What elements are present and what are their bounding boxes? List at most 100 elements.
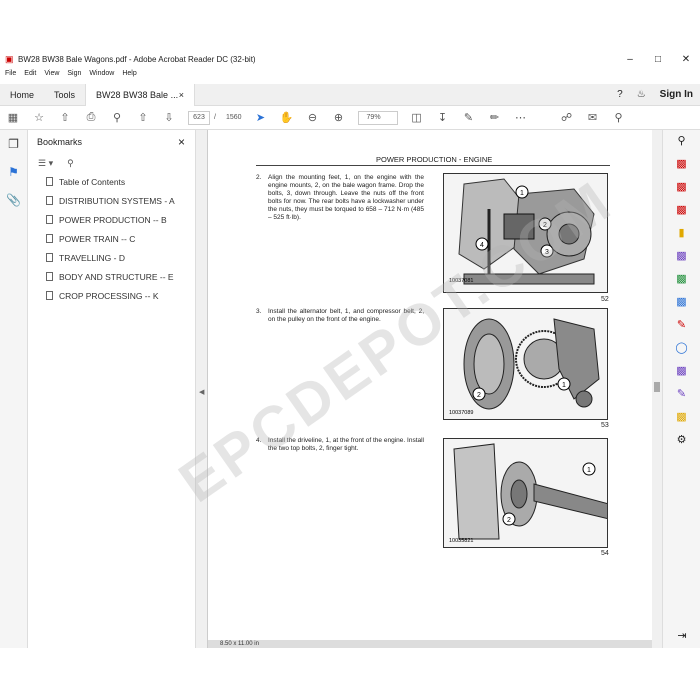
step-number: 3. [256, 308, 262, 315]
organize-pages-icon[interactable]: ▩ [663, 360, 700, 383]
panel-splitter[interactable]: ◀ [196, 130, 208, 648]
bookmarks-title: Bookmarks [37, 137, 83, 147]
bookmark-item[interactable]: Table of Contents [28, 172, 195, 191]
bookmark-search-icon[interactable]: ⚲ [67, 158, 74, 169]
export-excel-icon[interactable]: ▩ [663, 268, 700, 291]
export-pdf-icon[interactable]: ▩ [663, 153, 700, 176]
tab-home[interactable]: Home [0, 84, 44, 106]
more-tools-wrench-icon[interactable]: ⚙ [663, 429, 700, 452]
menu-bar: File Edit View Sign Window Help [0, 70, 145, 84]
fit-page-icon[interactable]: ◫ [404, 111, 430, 124]
more-tools-icon[interactable]: ⋯ [508, 111, 534, 124]
bookmark-item[interactable]: CROP PROCESSING -- K [28, 286, 195, 305]
tab-document-label: BW28 BW38 Bale ... [96, 89, 179, 100]
fill-sign-icon[interactable]: ✎ [663, 314, 700, 337]
bookmark-item[interactable]: POWER TRAIN -- C [28, 229, 195, 248]
tab-tools[interactable]: Tools [44, 84, 85, 106]
menu-window[interactable]: Window [89, 70, 114, 84]
edit-pdf-icon[interactable]: ▩ [663, 199, 700, 222]
help-icon[interactable]: ? [617, 89, 623, 100]
page-number-input[interactable]: 623 [188, 110, 210, 125]
pdf-page: POWER PRODUCTION - ENGINE 2. Align the mo… [208, 130, 652, 640]
hand-tool-icon[interactable]: ✋ [274, 111, 300, 124]
tab-bar: Home Tools BW28 BW38 Bale ... × ? ♨ Sign… [0, 83, 700, 106]
figure-number: 54 [601, 550, 609, 557]
page-separator: / [214, 114, 216, 121]
bookmark-label: TRAVELLING - D [59, 252, 125, 263]
menu-file[interactable]: File [5, 70, 16, 84]
step-text: Install the alternator belt, 1, and comp… [268, 308, 424, 323]
bookmark-icon [46, 234, 53, 243]
bookmark-options-icon[interactable]: ☰ ▾ [38, 158, 53, 169]
page-header: POWER PRODUCTION - ENGINE [376, 155, 493, 164]
highlight-pen-icon[interactable]: ✏ [482, 111, 508, 124]
menu-help[interactable]: Help [122, 70, 136, 84]
email-icon[interactable]: ✉ [580, 111, 606, 124]
previous-page-icon[interactable]: ⇧ [130, 111, 156, 124]
step-number: 2. [256, 174, 262, 181]
maximize-button[interactable]: □ [644, 54, 672, 65]
scan-icon[interactable]: ▩ [663, 291, 700, 314]
scroll-thumb[interactable] [654, 382, 660, 392]
select-cursor-icon[interactable]: ➤ [248, 111, 274, 124]
create-pdf-icon[interactable]: ▩ [663, 176, 700, 199]
bookmark-icon [46, 291, 53, 300]
document-viewport[interactable]: POWER PRODUCTION - ENGINE 2. Align the mo… [208, 130, 652, 648]
link-sign-icon[interactable]: ☍ [554, 111, 580, 124]
bookmark-item[interactable]: TRAVELLING - D [28, 248, 195, 267]
scroll-mode-icon[interactable]: ↧ [430, 111, 456, 124]
right-tools-rail: ⚲ ▩ ▩ ▩ ▮ ▩ ▩ ▩ ✎ ◯ ▩ ✎ ▩ ⚙ ⇥ [662, 130, 700, 648]
bookmarks-icon[interactable]: ⚑ [0, 158, 27, 186]
title-bar: ▣ BW28 BW38 Bale Wagons.pdf - Adobe Acro… [0, 48, 700, 70]
close-window-button[interactable]: ✕ [672, 54, 700, 65]
star-icon[interactable]: ☆ [26, 111, 52, 124]
figure-number: 52 [601, 296, 609, 303]
bell-icon[interactable]: ♨ [637, 89, 646, 100]
step-number: 4. [256, 437, 262, 444]
bookmark-icon [46, 272, 53, 281]
instruction-step: 2. Align the mounting feet, 1, on the eng… [256, 174, 426, 222]
protect-icon[interactable]: ◯ [663, 337, 700, 360]
save-icon[interactable]: ▦ [0, 111, 26, 124]
left-nav-rail: ❐ ⚑ 📎 [0, 130, 28, 648]
zoom-search-icon[interactable]: ⚲ [104, 111, 130, 124]
step-text: Align the mounting feet, 1, on the engin… [268, 174, 424, 221]
upload-icon[interactable]: ⇧ [52, 111, 78, 124]
print-icon[interactable]: ⎙ [78, 111, 104, 124]
vertical-scrollbar[interactable] [652, 130, 662, 648]
redact-icon[interactable]: ✎ [663, 383, 700, 406]
menu-edit[interactable]: Edit [24, 70, 36, 84]
expand-rail-icon[interactable]: ⇥ [663, 625, 700, 648]
zoom-in-icon[interactable]: ⊕ [326, 111, 352, 124]
comment-tool-icon[interactable]: ▮ [663, 222, 700, 245]
tab-close-icon[interactable]: × [179, 84, 184, 106]
bookmark-icon [46, 196, 53, 205]
collapse-arrow-icon[interactable]: ◀ [199, 388, 204, 396]
attachments-icon[interactable]: 📎 [0, 186, 27, 214]
bookmark-item[interactable]: POWER PRODUCTION -- B [28, 210, 195, 229]
zoom-out-icon[interactable]: ⊖ [300, 111, 326, 124]
bookmark-item[interactable]: BODY AND STRUCTURE -- E [28, 267, 195, 286]
tab-document[interactable]: BW28 BW38 Bale ... × [85, 83, 196, 106]
comment-icon[interactable]: ✎ [456, 111, 482, 124]
minimize-button[interactable]: – [616, 54, 644, 65]
sign-in-button[interactable]: Sign In [660, 89, 693, 100]
bookmark-label: DISTRIBUTION SYSTEMS - A [59, 195, 175, 206]
search-icon[interactable]: ⚲ [606, 111, 632, 124]
figure-code: 10037089 [449, 410, 473, 416]
callout-label: 1 [520, 190, 524, 197]
figure-belts: 1 2 10037089 [443, 308, 608, 420]
bookmark-icon [46, 253, 53, 262]
page-size-label: 8.50 x 11.00 in [208, 640, 652, 648]
bookmark-item[interactable]: DISTRIBUTION SYSTEMS - A [28, 191, 195, 210]
combine-files-icon[interactable]: ▩ [663, 245, 700, 268]
page-thumbnails-icon[interactable]: ❐ [0, 130, 27, 158]
callout-label: 1 [562, 382, 566, 389]
next-page-icon[interactable]: ⇩ [156, 111, 182, 124]
menu-view[interactable]: View [44, 70, 59, 84]
zoom-select[interactable]: 79% [357, 110, 398, 125]
send-comments-icon[interactable]: ▩ [663, 406, 700, 429]
menu-sign[interactable]: Sign [67, 70, 81, 84]
zoom-tool-icon[interactable]: ⚲ [663, 130, 700, 153]
close-panel-icon[interactable]: × [178, 135, 185, 149]
